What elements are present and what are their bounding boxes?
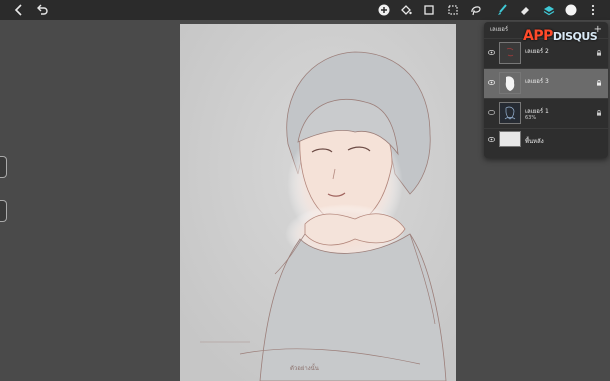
chevron-left-icon[interactable] [12,3,26,17]
top-toolbar [0,0,610,20]
layer-thumbnail [499,102,521,124]
eye-icon[interactable] [488,50,495,55]
layer-thumbnail [499,42,521,64]
crop-icon[interactable] [422,3,436,17]
layer-thumbnail [499,131,521,147]
artist-signature: ตัวอย่างนั้น [290,365,319,372]
lasso-icon[interactable] [469,3,483,17]
layers-icon[interactable] [542,3,556,17]
watermark-logo: APPDISQUS [523,28,598,44]
hidden-eye-icon[interactable] [488,110,495,115]
illustration [180,24,456,381]
eye-icon[interactable] [488,137,495,142]
opacity-slider[interactable] [0,200,7,222]
layers-title: เลเยอร์ [490,26,509,33]
layer-name: พื้นหลัง [525,138,544,145]
layer-item-background[interactable]: พื้นหลัง [484,128,608,151]
layer-opacity: 63% [525,115,537,121]
color-icon[interactable] [564,3,578,17]
layer-item-3[interactable]: เลเยอร์ 3 [484,68,608,98]
paint-bucket-icon[interactable] [399,3,413,17]
lock-icon[interactable] [596,80,602,86]
layer-thumbnail [499,72,521,94]
layer-name: เลเยอร์ 2 [525,48,549,55]
drawing-canvas[interactable]: ตัวอย่างนั้น [180,24,456,381]
lock-icon[interactable] [596,110,602,116]
eye-icon[interactable] [488,80,495,85]
selection-icon[interactable] [446,3,460,17]
layer-name: เลเยอร์ 3 [525,78,549,85]
add-circle-icon[interactable] [377,3,391,17]
more-vertical-icon[interactable] [586,3,600,17]
brush-icon[interactable] [495,3,509,17]
layer-item-1[interactable]: เลเยอร์ 1 63% [484,98,608,128]
brush-size-slider[interactable] [0,156,7,178]
undo-icon[interactable] [35,3,49,17]
lock-icon[interactable] [596,50,602,56]
eraser-icon[interactable] [518,3,532,17]
